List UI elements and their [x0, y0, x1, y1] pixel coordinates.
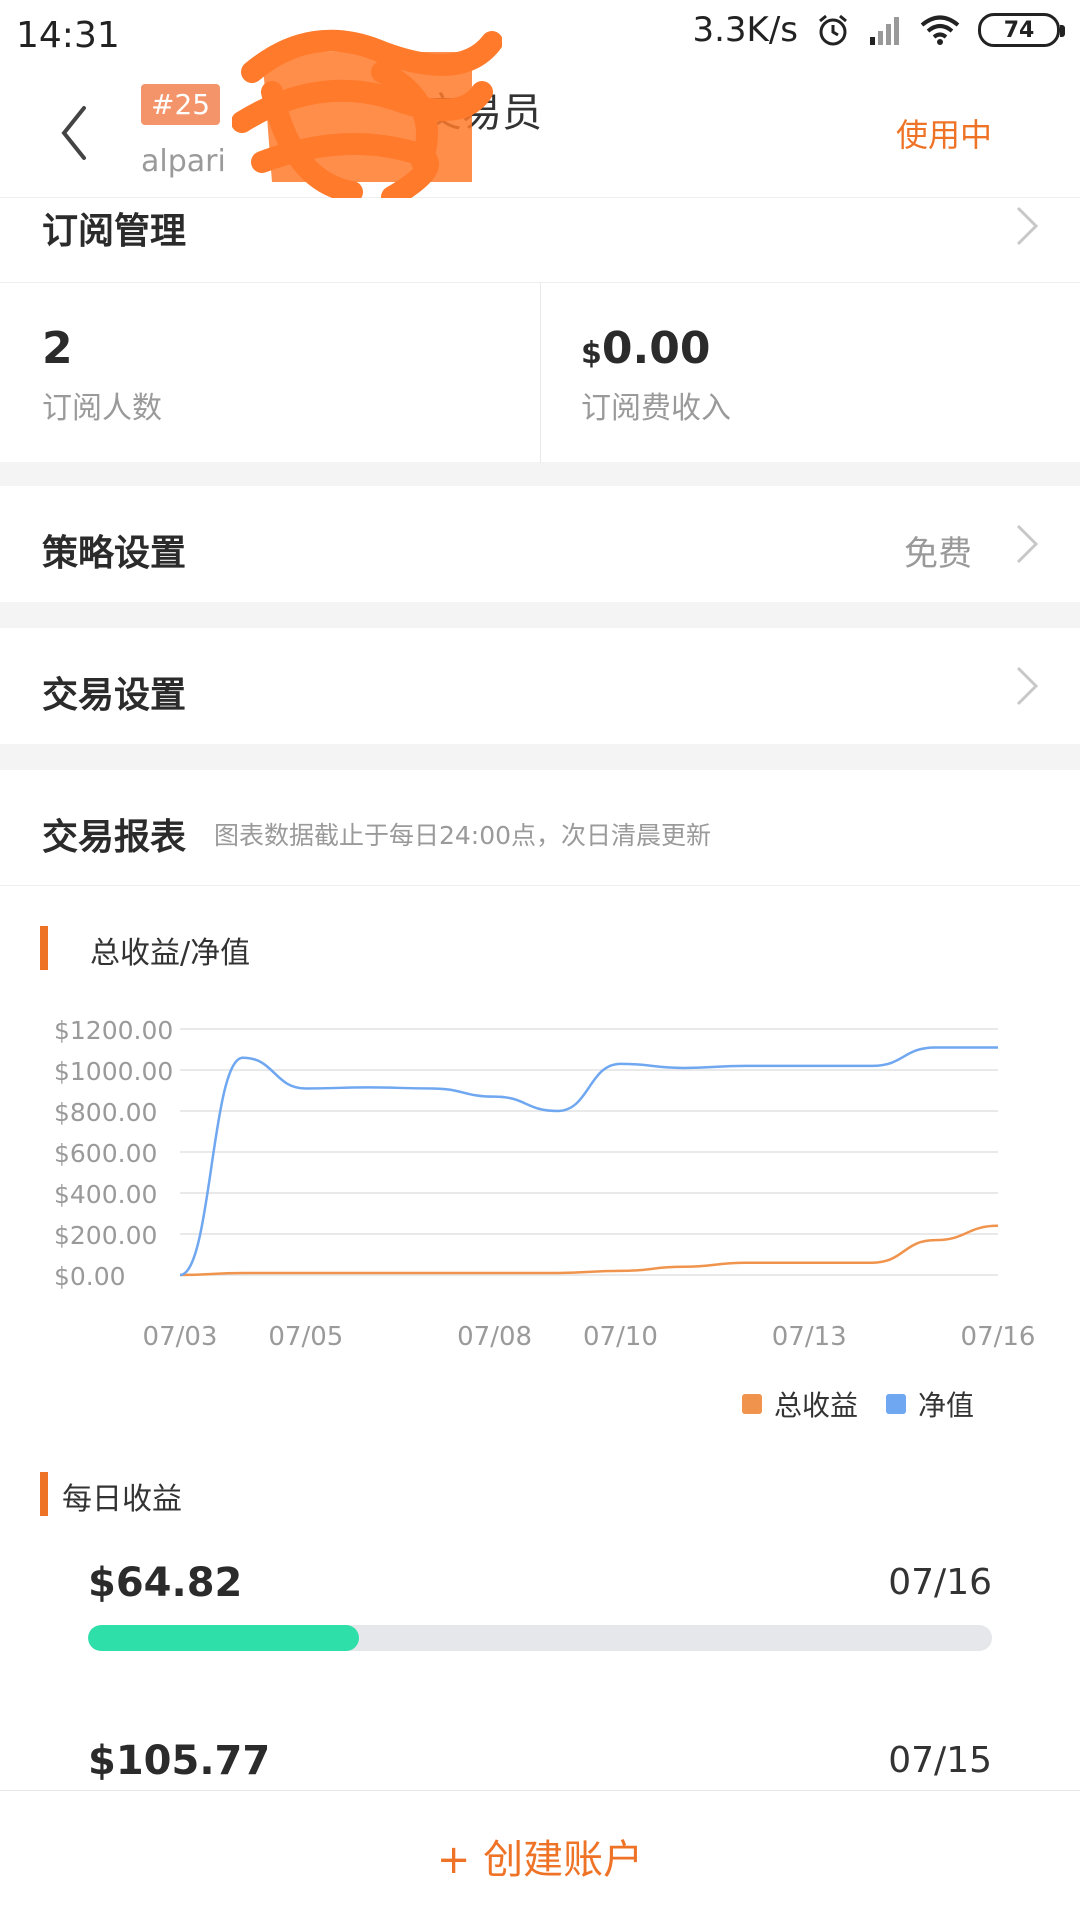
x-tick-label: 07/08 [457, 1322, 532, 1352]
y-tick-label: $600.00 [54, 1139, 157, 1168]
series-line-total-profit [179, 1224, 999, 1277]
chart-legend: 总收益 净值 [741, 1384, 974, 1424]
x-tick-label: 07/10 [583, 1322, 658, 1352]
legend-total-profit: 总收益 [741, 1384, 858, 1424]
daily-date: 07/15 [888, 1740, 992, 1781]
x-tick-label: 07/13 [772, 1322, 847, 1352]
daily-title: 每日收益 [62, 1482, 182, 1517]
daily-value: $64.82 [88, 1560, 243, 1606]
x-tick-label: 07/03 [143, 1322, 218, 1352]
daily-progress-track [88, 1625, 992, 1651]
daily-section-marker [40, 1472, 48, 1516]
y-tick-label: $1000.00 [54, 1057, 173, 1086]
y-tick-label: $400.00 [54, 1180, 157, 1209]
x-tick-label: 07/16 [961, 1322, 1036, 1352]
equity-chart: $0.00 $200.00 $400.00 $600.00 $800.00 $1000.0… [54, 1016, 1036, 1352]
series-line-equity [179, 1046, 998, 1277]
daily-date: 07/16 [888, 1562, 992, 1603]
legend-swatch-equity [885, 1394, 906, 1414]
y-tick-label: $200.00 [54, 1221, 157, 1250]
daily-progress-fill [88, 1625, 360, 1651]
bottom-action-bar: + 创建账户 [0, 1790, 1080, 1920]
y-tick-label: $1200.00 [54, 1016, 173, 1045]
y-tick-label: $0.00 [54, 1262, 126, 1291]
legend-label-equity: 净值 [917, 1389, 974, 1422]
daily-value: $105.77 [88, 1738, 271, 1784]
legend-equity: 净值 [885, 1384, 974, 1424]
y-tick-label: $800.00 [54, 1098, 157, 1127]
legend-swatch-total-profit [741, 1394, 762, 1414]
create-account-button[interactable]: + 创建账户 [437, 1827, 643, 1885]
legend-label-total-profit: 总收益 [773, 1389, 858, 1422]
x-tick-label: 07/05 [268, 1322, 343, 1352]
